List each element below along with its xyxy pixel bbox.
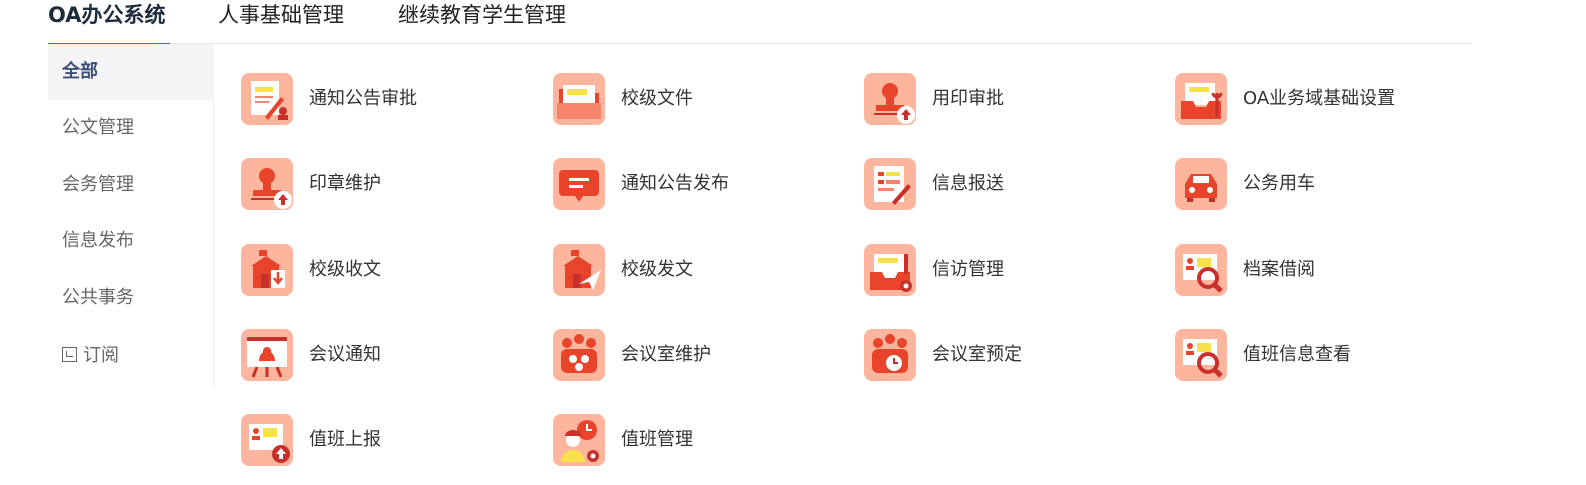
car-icon: [1175, 158, 1227, 210]
tray-settings-icon: [1175, 73, 1227, 125]
app-label: OA业务域基础设置: [1243, 88, 1396, 109]
app-tile[interactable]: 通知公告审批: [241, 73, 541, 127]
app-tile[interactable]: 值班管理: [553, 414, 853, 468]
archive-search-icon: [1175, 244, 1227, 296]
document-approve-icon: [241, 73, 293, 125]
app-tile[interactable]: 会议室维护: [553, 329, 853, 383]
outgoing-doc-icon: [553, 244, 605, 296]
app-tile[interactable]: OA业务域基础设置: [1175, 73, 1475, 127]
folder-icon: [553, 73, 605, 125]
stamp-maintain-icon: [241, 158, 293, 210]
app-label: 会议室维护: [621, 344, 711, 365]
app-tile[interactable]: 档案借阅: [1175, 244, 1475, 298]
app-tile[interactable]: 值班信息查看: [1175, 329, 1475, 383]
app-label: 信息报送: [932, 173, 1004, 194]
duty-upload-icon: [241, 414, 293, 466]
app-label: 用印审批: [932, 88, 1004, 109]
meeting-room-maintain-icon: [553, 329, 605, 381]
app-label: 校级文件: [621, 88, 693, 109]
meeting-bell-icon: [241, 329, 293, 381]
app-label: 值班信息查看: [1243, 344, 1351, 365]
app-tile[interactable]: 会议通知: [241, 329, 541, 383]
sidebar-item-subscribe-label: 订阅: [83, 345, 119, 366]
message-publish-icon: [553, 158, 605, 210]
top-tab-bar: OA办公系统 人事基础管理 继续教育学生管理: [48, 0, 1472, 45]
app-tile[interactable]: 印章维护: [241, 158, 541, 212]
app-tile[interactable]: 会议室预定: [864, 329, 1164, 383]
app-label: 校级收文: [309, 259, 381, 280]
duty-manage-icon: [553, 414, 605, 466]
info-report-icon: [864, 158, 916, 210]
app-label: 会议室预定: [932, 344, 1022, 365]
app-label: 档案借阅: [1243, 259, 1315, 280]
app-label: 通知公告发布: [621, 173, 729, 194]
app-tile[interactable]: 校级发文: [553, 244, 853, 298]
app-tile[interactable]: 用印审批: [864, 73, 1164, 127]
app-label: 会议通知: [309, 344, 381, 365]
sidebar-item-all[interactable]: 全部: [48, 44, 214, 100]
app-tile[interactable]: 校级文件: [553, 73, 853, 127]
sidebar-item-publish[interactable]: 信息发布: [48, 213, 214, 269]
app-label: 值班管理: [621, 429, 693, 450]
meeting-room-book-icon: [864, 329, 916, 381]
duty-search-icon: [1175, 329, 1227, 381]
sidebar-item-public-affairs[interactable]: 公共事务: [48, 270, 214, 326]
subscribe-icon: [62, 347, 77, 362]
petition-icon: [864, 244, 916, 296]
app-tile[interactable]: 信息报送: [864, 158, 1164, 212]
app-tile[interactable]: 公务用车: [1175, 158, 1475, 212]
app-label: 值班上报: [309, 429, 381, 450]
incoming-doc-icon: [241, 244, 293, 296]
app-tile[interactable]: 信访管理: [864, 244, 1164, 298]
app-label: 公务用车: [1243, 173, 1315, 194]
sidebar-item-subscribe[interactable]: 订阅: [48, 328, 214, 384]
tab-hr-management[interactable]: 人事基础管理: [218, 0, 344, 44]
sidebar-item-meeting[interactable]: 会务管理: [48, 157, 214, 213]
category-sidebar: 全部 公文管理 会务管理 信息发布 公共事务 订阅: [48, 44, 214, 388]
app-label: 印章维护: [309, 173, 381, 194]
app-label: 信访管理: [932, 259, 1004, 280]
tab-oa-system[interactable]: OA办公系统: [48, 0, 170, 45]
app-label: 通知公告审批: [309, 88, 417, 109]
app-label: 校级发文: [621, 259, 693, 280]
tab-continuing-education[interactable]: 继续教育学生管理: [398, 0, 566, 44]
app-tile[interactable]: 校级收文: [241, 244, 541, 298]
stamp-approve-icon: [864, 73, 916, 125]
app-tile[interactable]: 通知公告发布: [553, 158, 853, 212]
app-tile[interactable]: 值班上报: [241, 414, 541, 468]
sidebar-item-document[interactable]: 公文管理: [48, 100, 214, 156]
